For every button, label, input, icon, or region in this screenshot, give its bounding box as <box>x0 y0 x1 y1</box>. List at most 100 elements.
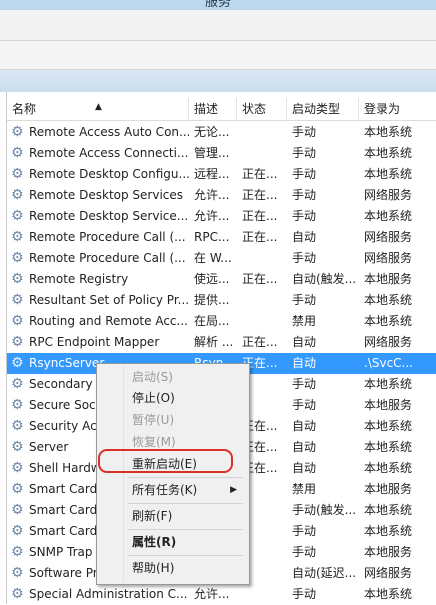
panel-header-strip <box>0 70 436 92</box>
service-status <box>237 143 287 164</box>
service-status <box>237 122 287 143</box>
service-description: RPC... <box>194 230 230 244</box>
service-status: 正在... <box>242 272 278 286</box>
column-header-name-label: 名称 <box>12 102 37 116</box>
service-startup: 自动 <box>292 335 317 349</box>
menu-item-properties-label: 属性(R) <box>132 535 177 549</box>
service-name: Remote Access Auto Con... <box>29 125 189 139</box>
service-row[interactable]: ⚙ Resultant Set of Policy Pr... 提供... 手动 本地系… <box>7 290 436 311</box>
column-header-logon-as[interactable]: 登录为 <box>359 98 436 120</box>
service-status: 正在... <box>242 167 278 181</box>
service-logon: 本地系统 <box>364 524 413 538</box>
menu-item-refresh-label: 刷新(F) <box>132 509 173 523</box>
service-status <box>237 584 287 605</box>
service-startup: 手动 <box>292 146 317 160</box>
service-row[interactable]: ⚙ Remote Procedure Call (... 在 W... 手动 网络服务 <box>7 248 436 269</box>
service-logon: 本地系统 <box>364 146 413 160</box>
service-logon: 本地服务 <box>364 398 413 412</box>
service-startup: 手动 <box>292 209 317 223</box>
menu-item-pause[interactable]: 暂停(U) <box>99 409 245 431</box>
submenu-arrow-icon: ▶ <box>230 485 237 495</box>
service-name: Remote Desktop Services <box>29 188 184 202</box>
service-startup: 自动 <box>292 440 317 454</box>
menu-item-start-label: 启动(S) <box>132 370 173 384</box>
service-logon: 本地系统 <box>364 461 413 475</box>
menu-separator <box>128 555 243 556</box>
service-status: 正在... <box>242 188 278 202</box>
service-startup: 自动(触发... <box>292 272 357 286</box>
column-header-description[interactable]: 描述 <box>189 98 237 120</box>
service-row[interactable]: ⚙ Remote Procedure Call (... RPC... 正在... 自动… <box>7 227 436 248</box>
service-logon: 本地系统 <box>364 419 413 433</box>
service-name: Remote Desktop Service... <box>29 209 189 223</box>
service-status <box>237 248 287 269</box>
service-logon: 本地系统 <box>364 503 413 517</box>
service-logon: 网络服务 <box>364 335 413 349</box>
service-logon: 本地系统 <box>364 167 413 181</box>
service-logon: 本地系统 <box>364 440 413 454</box>
menu-item-help-label: 帮助(H) <box>132 561 175 575</box>
service-row[interactable]: ⚙ RPC Endpoint Mapper 解析 ... 正在... 自动 网络服务 <box>7 332 436 353</box>
menu-item-refresh[interactable]: 刷新(F) <box>99 505 245 527</box>
service-startup: 自动 <box>292 356 317 370</box>
service-logon: 本地系统 <box>364 293 413 307</box>
menu-item-start[interactable]: 启动(S) <box>99 366 245 388</box>
service-logon: 本地服务 <box>364 545 413 559</box>
service-row[interactable]: ⚙ Remote Access Auto Con... 无论... 手动 本地系统 <box>7 122 436 143</box>
menu-item-stop[interactable]: 停止(O) <box>99 387 245 409</box>
service-startup: 手动 <box>292 125 317 139</box>
service-description: 无论... <box>194 125 230 139</box>
service-name: RPC Endpoint Mapper <box>29 335 160 349</box>
menu-item-properties[interactable]: 属性(R) <box>99 531 245 553</box>
service-name: Remote Access Connecti... <box>29 146 189 160</box>
service-row[interactable]: ⚙ Remote Access Connecti... 管理... 手动 本地系统 <box>7 143 436 164</box>
service-startup: 手动 <box>292 188 317 202</box>
menu-separator <box>128 503 243 504</box>
service-startup: 自动(延迟... <box>292 566 357 580</box>
service-logon: 本地系统 <box>364 587 413 601</box>
service-logon: 本地服务 <box>364 482 413 496</box>
service-description: 远程... <box>194 167 230 181</box>
service-name: Remote Procedure Call (... <box>29 251 186 265</box>
menu-bar <box>0 10 436 41</box>
service-logon: 本地系统 <box>364 377 413 391</box>
toolbar <box>0 41 436 70</box>
service-startup: 手动 <box>292 398 317 412</box>
service-startup: 禁用 <box>292 314 317 328</box>
menu-item-help[interactable]: 帮助(H) <box>99 557 245 579</box>
service-row[interactable]: ⚙ Routing and Remote Acc... 在局... 禁用 本地系统 <box>7 311 436 332</box>
service-logon: .\SvcC... <box>364 356 413 370</box>
service-logon: 本地服务 <box>364 272 413 286</box>
menu-item-all-tasks[interactable]: 所有任务(K) ▶ <box>99 479 245 501</box>
service-row[interactable]: ⚙ Remote Desktop Service... 允许... 正在... 手动 本地… <box>7 206 436 227</box>
service-description: 允许... <box>194 188 230 202</box>
menu-separator <box>128 529 243 530</box>
restart-highlight-annotation <box>98 449 233 473</box>
menu-separator <box>128 477 243 478</box>
service-status <box>237 311 287 332</box>
service-name: Resultant Set of Policy Pr... <box>29 293 189 307</box>
service-startup: 手动 <box>292 167 317 181</box>
service-row[interactable]: ⚙ Remote Registry 使远... 正在... 自动(触发... 本地服务 <box>7 269 436 290</box>
service-logon: 本地系统 <box>364 314 413 328</box>
service-description: 管理... <box>194 146 230 160</box>
column-header-startup-type[interactable]: 启动类型 <box>287 98 359 120</box>
menu-item-all-tasks-label: 所有任务(K) <box>132 483 198 497</box>
service-status: 正在... <box>242 230 278 244</box>
column-header-name[interactable]: 名称 ▲ <box>7 98 189 120</box>
service-description: 允许... <box>194 587 230 601</box>
menu-item-pause-label: 暂停(U) <box>132 413 175 427</box>
service-description: 提供... <box>194 293 230 307</box>
service-startup: 手动 <box>292 587 317 601</box>
title-bar: 服务 <box>0 0 436 10</box>
service-startup: 手动 <box>292 524 317 538</box>
service-startup: 手动 <box>292 545 317 559</box>
column-header-row: 名称 ▲ 描述 状态 启动类型 登录为 <box>7 98 436 121</box>
service-name: Routing and Remote Acc... <box>29 314 188 328</box>
column-header-status[interactable]: 状态 <box>237 98 287 120</box>
service-row[interactable]: ⚙ Remote Desktop Services 允许... 正在... 手动 网络服务 <box>7 185 436 206</box>
service-row[interactable]: ⚙ Special Administration C... 允许... 手动 本地系统 <box>7 584 436 605</box>
service-row[interactable]: ⚙ Remote Desktop Configu... 远程... 正在... 手动 本地… <box>7 164 436 185</box>
service-status: 正在... <box>242 335 278 349</box>
service-description: 解析 ... <box>194 335 234 349</box>
